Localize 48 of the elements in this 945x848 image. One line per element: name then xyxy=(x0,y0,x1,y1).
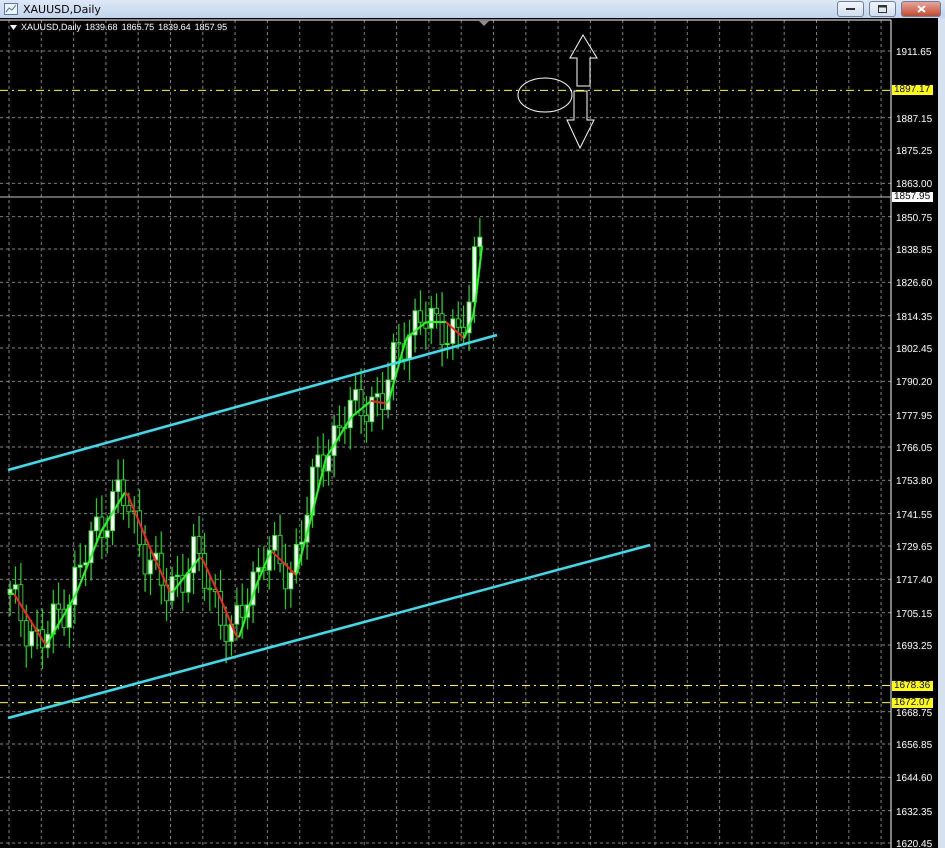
price-axis-label: 1875.25 xyxy=(896,146,932,157)
price-axis-label: 1790.20 xyxy=(896,377,932,388)
price-axis-label: 1717.40 xyxy=(896,575,932,586)
price-axis-label: 1814.35 xyxy=(896,312,932,323)
price-axis-label: 1802.45 xyxy=(896,344,932,355)
ohlc-value: 1839.68 xyxy=(85,22,118,32)
ohlc-value: 1865.75 xyxy=(122,22,154,32)
caret-icon[interactable] xyxy=(10,24,17,30)
window-title: XAUUSD,Daily xyxy=(23,2,102,16)
trend-line[interactable] xyxy=(8,544,650,720)
close-icon xyxy=(916,5,926,13)
price-axis-label: 1911.65 xyxy=(896,47,932,58)
close-button[interactable] xyxy=(901,1,941,17)
price-axis-label: 1777.95 xyxy=(896,410,932,422)
maximize-icon xyxy=(878,5,887,13)
price-axis-label: 1656.85 xyxy=(896,740,932,751)
price-axis-label: 1620.45 xyxy=(896,839,932,848)
price-axis-label: 1644.60 xyxy=(896,773,932,784)
trend-line[interactable] xyxy=(8,334,498,472)
price-axis-label: 1693.25 xyxy=(896,641,932,652)
price-axis-label: 1741.55 xyxy=(896,510,932,521)
ellipse-shape[interactable] xyxy=(518,78,572,112)
price-axis-label: 1632.35 xyxy=(896,806,932,818)
price-level-label: 1672.07 xyxy=(892,698,934,708)
down-arrow[interactable] xyxy=(566,90,595,150)
up-arrow[interactable] xyxy=(569,34,598,86)
shift-marker-icon[interactable] xyxy=(479,21,489,26)
price-axis-label: 1887.15 xyxy=(896,114,932,125)
ohlc-value: 1857.95 xyxy=(194,22,228,32)
minimize-icon xyxy=(846,7,855,11)
maximize-button[interactable] xyxy=(869,1,896,17)
price-axis-label: 1705.15 xyxy=(896,608,932,620)
price-level-label: 1897.17 xyxy=(892,85,934,96)
price-axis-label: 1766.05 xyxy=(896,443,932,454)
chart-icon xyxy=(4,3,18,15)
chart-symbol: XAUUSD,Daily xyxy=(21,22,82,32)
price-level-label: 1678.36 xyxy=(892,680,934,690)
price-axis-label: 1668.75 xyxy=(896,708,932,719)
ohlc-value: 1839.64 xyxy=(158,22,191,32)
price-axis-label: 1826.60 xyxy=(896,278,932,290)
price-axis-label: 1729.65 xyxy=(896,542,932,553)
price-axis-label: 1753.80 xyxy=(896,476,932,488)
price-axis-label: 1838.85 xyxy=(896,245,932,256)
price-axis-label: 1863.00 xyxy=(896,179,932,190)
price-level-label: 1857.95 xyxy=(892,192,934,202)
price-axis-label: 1850.75 xyxy=(896,212,932,224)
price-level-line[interactable] xyxy=(0,196,892,198)
minimize-button[interactable] xyxy=(837,1,864,17)
